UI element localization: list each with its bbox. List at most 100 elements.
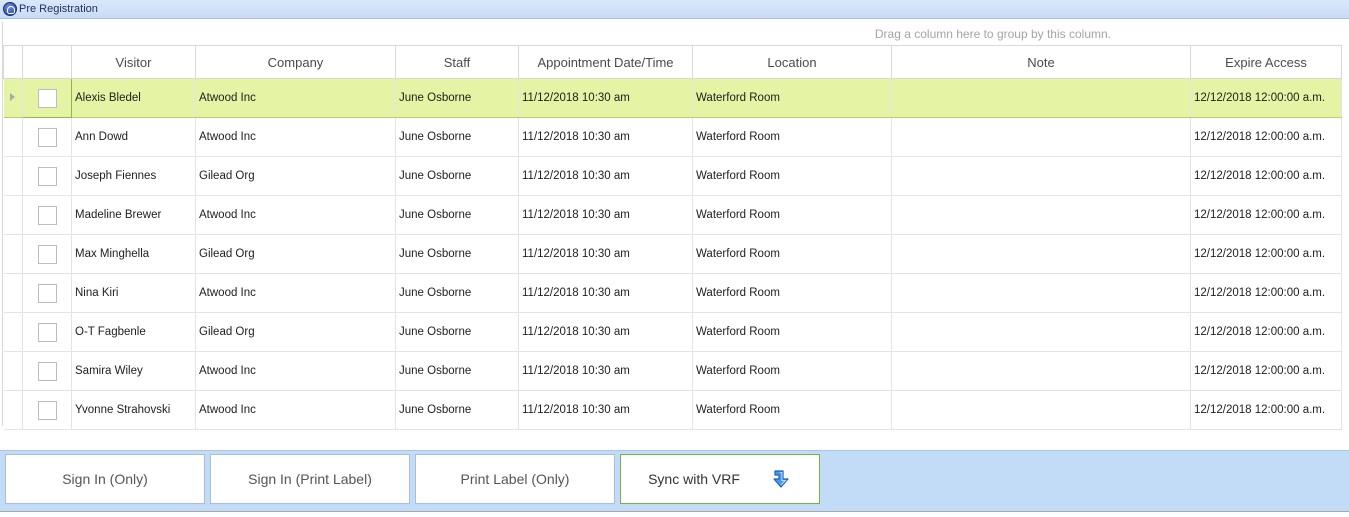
cell-company[interactable]: Gilead Org <box>195 234 396 274</box>
cell-location[interactable]: Waterford Room <box>692 390 892 430</box>
row-indicator <box>3 234 23 274</box>
row-checkbox[interactable] <box>37 283 57 303</box>
cell-visitor[interactable]: O-T Fagbenle <box>71 312 196 352</box>
column-header-expire-access[interactable]: Expire Access <box>1190 45 1342 79</box>
cell-location[interactable]: Waterford Room <box>692 273 892 313</box>
row-checkbox[interactable] <box>37 244 57 264</box>
cell-company[interactable]: Atwood Inc <box>195 78 396 118</box>
cell-note[interactable] <box>891 312 1191 352</box>
cell-appointment[interactable]: 11/12/2018 10:30 am <box>518 273 693 313</box>
table-row[interactable]: Madeline Brewer Atwood Inc June Osborne 11/… <box>3 195 1342 235</box>
cell-staff[interactable]: June Osborne <box>395 312 519 352</box>
cell-visitor[interactable]: Alexis Bledel <box>71 78 196 118</box>
cell-note[interactable] <box>891 156 1191 196</box>
cell-staff[interactable]: June Osborne <box>395 117 519 157</box>
select-header[interactable] <box>22 45 72 79</box>
cell-location[interactable]: Waterford Room <box>692 117 892 157</box>
cell-visitor[interactable]: Max Minghella <box>71 234 196 274</box>
cell-location[interactable]: Waterford Room <box>692 195 892 235</box>
cell-location[interactable]: Waterford Room <box>692 156 892 196</box>
table-row[interactable]: Nina Kiri Atwood Inc June Osborne 11/12/201… <box>3 273 1342 313</box>
cell-staff[interactable]: June Osborne <box>395 156 519 196</box>
cell-location[interactable]: Waterford Room <box>692 78 892 118</box>
cell-visitor[interactable]: Ann Dowd <box>71 117 196 157</box>
cell-expire-access[interactable]: 12/12/2018 12:00:00 a.m. <box>1190 312 1342 352</box>
print-label-only-button[interactable]: Print Label (Only) <box>415 454 615 504</box>
cell-visitor[interactable]: Yvonne Strahovski <box>71 390 196 430</box>
cell-company[interactable]: Atwood Inc <box>195 390 396 430</box>
column-header-note[interactable]: Note <box>891 45 1191 79</box>
visitor-grid: Drag a column here to group by this colu… <box>2 22 1342 430</box>
cell-appointment[interactable]: 11/12/2018 10:30 am <box>518 234 693 274</box>
cell-appointment[interactable]: 11/12/2018 10:30 am <box>518 390 693 430</box>
cell-company[interactable]: Atwood Inc <box>195 117 396 157</box>
cell-appointment[interactable]: 11/12/2018 10:30 am <box>518 195 693 235</box>
cell-expire-access[interactable]: 12/12/2018 12:00:00 a.m. <box>1190 390 1342 430</box>
column-header-visitor[interactable]: Visitor <box>71 45 196 79</box>
cell-expire-access[interactable]: 12/12/2018 12:00:00 a.m. <box>1190 156 1342 196</box>
sign-in-only-button[interactable]: Sign In (Only) <box>5 454 205 504</box>
column-header-staff[interactable]: Staff <box>395 45 519 79</box>
row-indicator <box>3 312 23 352</box>
cell-visitor[interactable]: Samira Wiley <box>71 351 196 391</box>
row-checkbox[interactable] <box>37 166 57 186</box>
cell-appointment[interactable]: 11/12/2018 10:30 am <box>518 312 693 352</box>
cell-note[interactable] <box>891 273 1191 313</box>
cell-expire-access[interactable]: 12/12/2018 12:00:00 a.m. <box>1190 273 1342 313</box>
cell-note[interactable] <box>891 390 1191 430</box>
cell-company[interactable]: Atwood Inc <box>195 351 396 391</box>
column-header-location[interactable]: Location <box>692 45 892 79</box>
cell-location[interactable]: Waterford Room <box>692 351 892 391</box>
cell-staff[interactable]: June Osborne <box>395 234 519 274</box>
cell-appointment[interactable]: 11/12/2018 10:30 am <box>518 351 693 391</box>
cell-expire-access[interactable]: 12/12/2018 12:00:00 a.m. <box>1190 117 1342 157</box>
cell-location[interactable]: Waterford Room <box>692 312 892 352</box>
table-row[interactable]: Ann Dowd Atwood Inc June Osborne 11/12/2018… <box>3 117 1342 157</box>
table-row[interactable]: Yvonne Strahovski Atwood Inc June Osborne 1… <box>3 390 1342 430</box>
column-header-appointment[interactable]: Appointment Date/Time <box>518 45 693 79</box>
row-checkbox[interactable] <box>37 400 57 420</box>
cell-visitor[interactable]: Madeline Brewer <box>71 195 196 235</box>
cell-expire-access[interactable]: 12/12/2018 12:00:00 a.m. <box>1190 234 1342 274</box>
cell-visitor[interactable]: Joseph Fiennes <box>71 156 196 196</box>
row-checkbox[interactable] <box>37 127 57 147</box>
cell-appointment[interactable]: 11/12/2018 10:30 am <box>518 117 693 157</box>
row-select-cell <box>22 273 72 313</box>
cell-company[interactable]: Atwood Inc <box>195 273 396 313</box>
table-row[interactable]: O-T Fagbenle Gilead Org June Osborne 11/12/… <box>3 312 1342 352</box>
cell-expire-access[interactable]: 12/12/2018 12:00:00 a.m. <box>1190 351 1342 391</box>
column-header-company[interactable]: Company <box>195 45 396 79</box>
cell-company[interactable]: Atwood Inc <box>195 195 396 235</box>
row-checkbox[interactable] <box>37 361 57 381</box>
group-by-hint[interactable]: Drag a column here to group by this colu… <box>875 27 1111 41</box>
cell-staff[interactable]: June Osborne <box>395 195 519 235</box>
table-row[interactable]: Samira Wiley Atwood Inc June Osborne 11/12/… <box>3 351 1342 391</box>
cell-expire-access[interactable]: 12/12/2018 12:00:00 a.m. <box>1190 195 1342 235</box>
cell-staff[interactable]: June Osborne <box>395 78 519 118</box>
cell-appointment[interactable]: 11/12/2018 10:30 am <box>518 78 693 118</box>
cell-company[interactable]: Gilead Org <box>195 156 396 196</box>
cell-appointment[interactable]: 11/12/2018 10:30 am <box>518 156 693 196</box>
table-row[interactable]: Alexis Bledel Atwood Inc June Osborne 11/12… <box>3 78 1342 118</box>
row-checkbox[interactable] <box>37 322 57 342</box>
sync-with-vrf-button[interactable]: Sync with VRF <box>620 454 820 504</box>
cell-note[interactable] <box>891 78 1191 118</box>
cell-staff[interactable]: June Osborne <box>395 390 519 430</box>
cell-staff[interactable]: June Osborne <box>395 273 519 313</box>
cell-note[interactable] <box>891 234 1191 274</box>
table-row[interactable]: Max Minghella Gilead Org June Osborne 11/12… <box>3 234 1342 274</box>
sign-in-print-label-button[interactable]: Sign In (Print Label) <box>210 454 410 504</box>
cell-visitor[interactable]: Nina Kiri <box>71 273 196 313</box>
row-indicator <box>3 273 23 313</box>
cell-staff[interactable]: June Osborne <box>395 351 519 391</box>
cell-note[interactable] <box>891 195 1191 235</box>
cell-expire-access[interactable]: 12/12/2018 12:00:00 a.m. <box>1190 78 1342 118</box>
row-checkbox[interactable] <box>37 205 57 225</box>
table-row[interactable]: Joseph Fiennes Gilead Org June Osborne 11/1… <box>3 156 1342 196</box>
cell-company[interactable]: Gilead Org <box>195 312 396 352</box>
row-checkbox[interactable] <box>37 88 57 108</box>
row-indicator <box>3 117 23 157</box>
cell-location[interactable]: Waterford Room <box>692 234 892 274</box>
cell-note[interactable] <box>891 351 1191 391</box>
cell-note[interactable] <box>891 117 1191 157</box>
